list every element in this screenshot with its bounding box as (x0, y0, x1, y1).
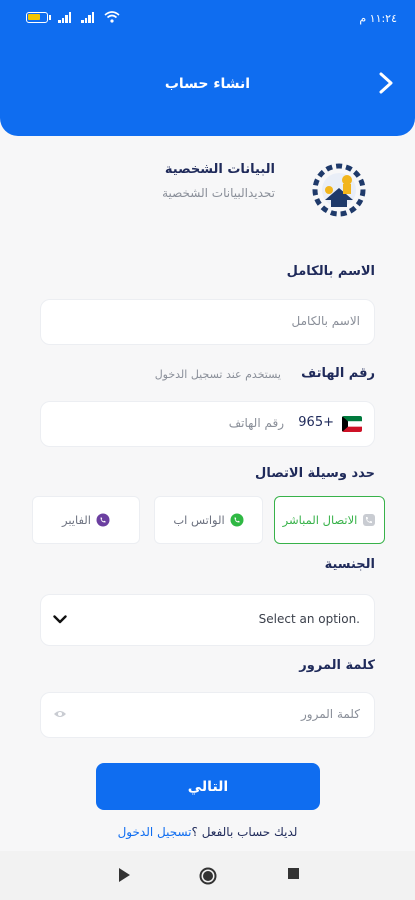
country-code[interactable]: 965+ (298, 415, 334, 430)
nationality-placeholder: Select an option. (258, 612, 360, 626)
profile-title: البيانات الشخصية (164, 162, 275, 177)
viber-icon (96, 513, 110, 527)
back-button[interactable] (373, 68, 399, 98)
status-icons (26, 11, 120, 23)
recents-nav-icon[interactable] (287, 867, 300, 880)
login-link[interactable]: تسجيل الدخول (118, 825, 192, 839)
login-prompt-text: لديك حساب بالفعل ؟ (191, 825, 298, 839)
full-name-placeholder: الاسم بالكامل (291, 314, 360, 328)
contact-method-label: حدد وسيلة الاتصال (255, 466, 375, 481)
kuwait-flag-icon (342, 416, 362, 432)
password-placeholder: كلمة المرور (300, 707, 360, 721)
home-nav-icon[interactable] (199, 867, 217, 885)
login-prompt: لديك حساب بالفعل ؟تسجيل الدخول (0, 825, 415, 839)
battery-icon (26, 11, 51, 23)
chevron-down-icon (53, 615, 67, 624)
contact-option-whatsapp[interactable]: الواتس اب (154, 496, 263, 544)
next-button[interactable]: التالي (96, 763, 320, 810)
app-header: انشاء حساب (0, 38, 415, 136)
full-name-field[interactable]: الاسم بالكامل (40, 299, 375, 345)
nationality-select[interactable]: Select an option. (40, 594, 375, 646)
contact-option-viber[interactable]: الفايبر (32, 496, 140, 544)
contact-option-direct-call[interactable]: الاتصال المباشر (274, 496, 385, 544)
phone-label: رقم الهاتف (301, 366, 375, 381)
eye-icon[interactable] (53, 709, 67, 719)
logo (312, 163, 366, 217)
page-title: انشاء حساب (164, 76, 251, 92)
wifi-icon (104, 11, 120, 23)
signal-icon (81, 11, 94, 23)
password-label: كلمة المرور (299, 658, 375, 673)
chevron-right-icon (379, 72, 393, 94)
status-bar: ١١:٢٤ م (0, 0, 415, 38)
phone-placeholder: رقم الهاتف (228, 416, 284, 430)
contact-option-label: الاتصال المباشر (282, 513, 358, 527)
full-name-label: الاسم بالكامل (286, 264, 375, 279)
profile-subtitle: تحديدالبيانات الشخصية (162, 186, 275, 200)
phone-icon (363, 514, 376, 526)
phone-field[interactable]: 965+ رقم الهاتف (40, 401, 375, 447)
password-field[interactable]: كلمة المرور (40, 692, 375, 738)
signal-icon (58, 11, 71, 23)
system-navigation-bar (0, 851, 415, 900)
phone-hint: يستخدم عند تسجيل الدخول (154, 368, 281, 381)
back-nav-icon[interactable] (117, 867, 131, 883)
whatsapp-icon (230, 513, 244, 527)
contact-option-label: الواتس اب (173, 513, 225, 527)
status-time: ١١:٢٤ م (359, 12, 397, 25)
nationality-label: الجنسية (324, 557, 375, 572)
contact-option-label: الفايبر (61, 513, 92, 527)
profile-section-header: البيانات الشخصية تحديدالبيانات الشخصية (0, 158, 415, 228)
